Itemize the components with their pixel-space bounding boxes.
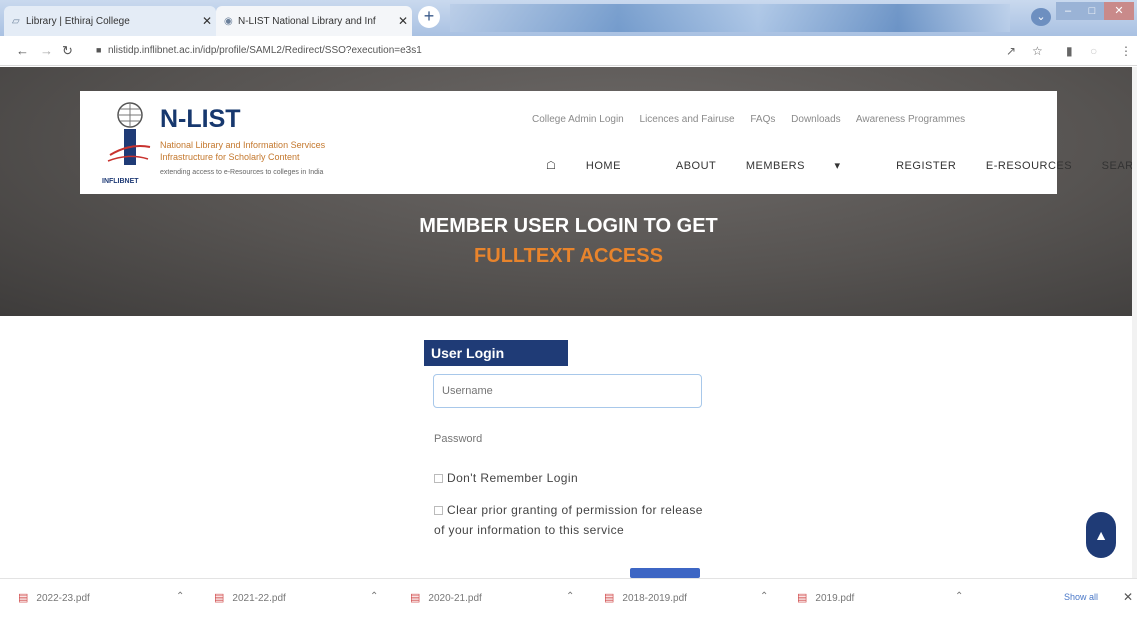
download-filename: 2022-23.pdf [36, 593, 90, 604]
pdf-icon: ▤ [410, 592, 421, 604]
bookmark-star-icon[interactable]: ☆ [1032, 44, 1043, 58]
brand-subtitle: National Library and Information Service… [160, 140, 326, 150]
tab-nlist[interactable]: ◉ N-LIST National Library and Inf ✕ [216, 6, 412, 36]
remember-login-label: Don't Remember Login [447, 471, 579, 485]
chevron-up-icon[interactable]: ⌃ [176, 591, 184, 602]
menu-home-label: HOME [585, 160, 621, 172]
close-icon[interactable]: ✕ [1123, 590, 1133, 604]
inflibnet-logo[interactable]: INFLIBNET [100, 99, 160, 187]
chevron-up-icon[interactable]: ⌃ [760, 591, 768, 602]
main-menu: ☖ HOME ABOUT MEMBERS ▾ REGISTER E-RESOUR… [546, 159, 1137, 172]
caret-down-icon: ▾ [830, 160, 841, 172]
reload-icon[interactable]: ↻ [62, 43, 73, 59]
pdf-icon: ▤ [214, 592, 225, 604]
window-close-icon[interactable]: ✕ [1104, 2, 1134, 20]
download-item[interactable]: ▤ 2022-23.pdf ⌃ [18, 591, 184, 604]
chevron-up-icon[interactable]: ⌃ [955, 591, 963, 602]
download-filename: 2019.pdf [815, 593, 855, 604]
menu-members-label: MEMBERS [745, 160, 805, 172]
close-icon[interactable]: ✕ [198, 14, 216, 28]
show-all-button[interactable]: Show all [1064, 592, 1098, 602]
tab-library[interactable]: ▱ Library | Ethiraj College ✕ [4, 6, 216, 36]
clear-permission-checkbox[interactable] [434, 506, 443, 516]
link-faqs[interactable]: FAQs [750, 114, 775, 125]
download-item[interactable]: ▤ 2020-21.pdf ⌃ [410, 591, 574, 604]
link-college-admin-login[interactable]: College Admin Login [532, 114, 624, 125]
tab-strip: ▱ Library | Ethiraj College ✕ ◉ N-LIST N… [0, 0, 1137, 36]
brand-tagline: extending access to e-Resources to colle… [160, 169, 324, 176]
login-button[interactable] [630, 568, 700, 578]
download-shelf: ▤ 2022-23.pdf ⌃ ▤ 2021-22.pdf ⌃ ▤ 2020-21.p… [0, 578, 1137, 618]
menu-dots-icon[interactable]: ⋮ [1120, 44, 1132, 58]
maximize-icon[interactable]: □ [1080, 2, 1104, 20]
brand-title[interactable]: N-LIST [160, 105, 241, 134]
pdf-icon: ▤ [604, 592, 615, 604]
page-scrollbar[interactable] [1132, 67, 1137, 578]
back-icon[interactable]: ← [16, 43, 29, 58]
menu-members[interactable]: MEMBERS ▾ [746, 160, 867, 172]
forward-icon[interactable]: → [40, 43, 53, 58]
browser-window: ▱ Library | Ethiraj College ✕ ◉ N-LIST N… [0, 0, 1137, 618]
remember-login-checkbox[interactable] [434, 474, 443, 484]
pdf-icon: ▤ [797, 592, 808, 604]
menu-about[interactable]: ABOUT [676, 160, 716, 172]
tab-label: N-LIST National Library and Inf [238, 15, 376, 27]
chevron-up-icon[interactable]: ⌃ [566, 591, 574, 602]
download-filename: 2020-21.pdf [428, 593, 482, 604]
clear-permission-label: Clear prior granting of permission for r… [434, 503, 703, 537]
link-licences[interactable]: Licences and Fairuse [640, 114, 735, 125]
clear-permission-option[interactable]: Clear prior granting of permission for r… [434, 500, 714, 540]
tab-label: Library | Ethiraj College [26, 15, 130, 27]
menu-eresources[interactable]: E-RESOURCES [986, 160, 1072, 172]
username-input[interactable] [433, 374, 702, 408]
minimize-icon[interactable]: – [1056, 2, 1080, 20]
home-icon: ☖ [546, 160, 560, 172]
side-panel-icon[interactable]: ▮ [1066, 44, 1073, 58]
download-filename: 2018-2019.pdf [622, 593, 687, 604]
profile-icon[interactable]: ○ [1090, 44, 1097, 58]
menu-register[interactable]: REGISTER [896, 160, 956, 172]
favicon-icon: ◉ [224, 15, 233, 27]
menu-home[interactable]: ☖ HOME [546, 160, 647, 172]
arrow-up-icon: ▲ [1094, 527, 1108, 543]
new-tab-button[interactable]: + [418, 6, 440, 28]
download-item[interactable]: ▤ 2019.pdf ⌃ [797, 591, 963, 604]
hero-title: MEMBER USER LOGIN TO GET [419, 215, 718, 237]
share-icon[interactable]: ↗ [1006, 44, 1016, 58]
lock-icon[interactable]: ■ [96, 45, 101, 55]
hero-subtitle: FULLTEXT ACCESS [474, 245, 663, 267]
scroll-to-top-button[interactable]: ▲ [1086, 512, 1116, 558]
chevron-up-icon[interactable]: ⌃ [370, 591, 378, 602]
download-item[interactable]: ▤ 2021-22.pdf ⌃ [214, 591, 378, 604]
login-header: User Login [424, 340, 568, 366]
top-links: College Admin Login Licences and Fairuse… [532, 114, 978, 125]
brand-subtitle: Infrastructure for Scholarly Content [160, 152, 300, 162]
link-downloads[interactable]: Downloads [791, 114, 840, 125]
tab-search-icon[interactable]: ⌄ [1031, 8, 1051, 26]
download-filename: 2021-22.pdf [232, 593, 286, 604]
tab-strip-background [450, 4, 1010, 32]
url-field[interactable]: nlistidp.inflibnet.ac.in/idp/profile/SAM… [108, 45, 422, 56]
hero-banner: INFLIBNET N-LIST National Library and In… [0, 67, 1137, 316]
download-item[interactable]: ▤ 2018-2019.pdf ⌃ [604, 591, 768, 604]
link-awareness[interactable]: Awareness Programmes [856, 114, 965, 125]
close-icon[interactable]: ✕ [394, 14, 412, 28]
pdf-icon: ▤ [18, 592, 29, 604]
password-input[interactable] [433, 424, 702, 454]
logo-caption: INFLIBNET [102, 178, 139, 185]
address-bar: ← → ↻ ■ nlistidp.inflibnet.ac.in/idp/pro… [0, 36, 1137, 66]
site-header: INFLIBNET N-LIST National Library and In… [80, 91, 1137, 194]
page-icon: ▱ [12, 15, 20, 27]
remember-login-option[interactable]: Don't Remember Login [434, 468, 578, 488]
